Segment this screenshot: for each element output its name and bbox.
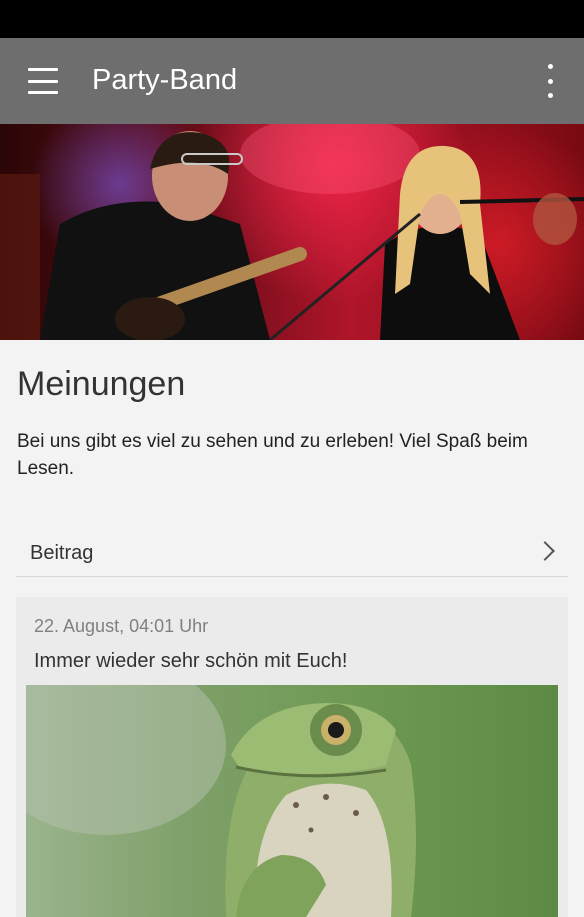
more-vert-icon[interactable]	[538, 64, 562, 98]
hero-band-photo	[0, 124, 584, 340]
post-card: 22. August, 04:01 Uhr Immer wieder sehr …	[16, 597, 568, 917]
app-title: Party-Band	[92, 64, 238, 96]
post-text: Immer wieder sehr schön mit Euch!	[34, 650, 348, 672]
beitrag-label: Beitrag	[30, 542, 94, 564]
hamburger-menu-icon[interactable]	[22, 66, 64, 96]
beitrag-row[interactable]: Beitrag	[16, 532, 568, 577]
section-title: Meinungen	[17, 365, 186, 403]
post-date: 22. August, 04:01 Uhr	[34, 616, 209, 636]
status-bar	[0, 0, 584, 38]
app-bar: Party-Band	[0, 38, 584, 124]
section-description: Bei uns gibt es viel zu sehen und zu erl…	[17, 431, 528, 479]
post-frog-image[interactable]	[26, 685, 558, 917]
chevron-right-icon	[535, 541, 555, 561]
